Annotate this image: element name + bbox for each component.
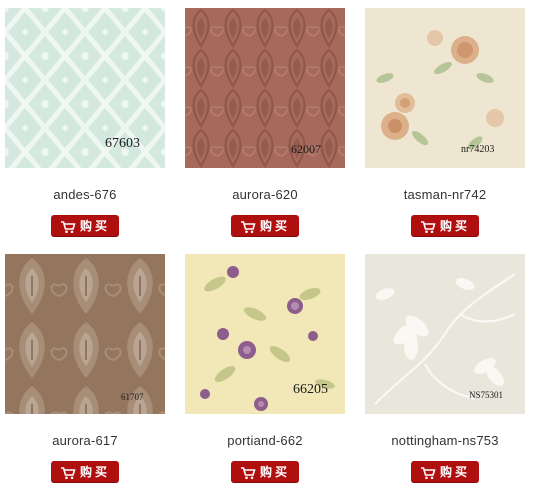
product-name[interactable]: nottingham-ns753 (365, 433, 525, 448)
buy-button[interactable]: 购买 (231, 215, 299, 237)
shopping-cart-icon (420, 465, 436, 480)
buy-label: 购买 (439, 465, 470, 479)
buy-button[interactable]: 购买 (411, 461, 479, 483)
wallpaper-swatch[interactable]: 66205 (185, 254, 345, 414)
shopping-cart-icon (240, 465, 256, 480)
wallpaper-swatch[interactable]: nr74203 (365, 8, 525, 168)
product-card: nr74203 tasman-nr742 购买 (365, 8, 525, 237)
product-code: nr74203 (461, 144, 495, 155)
buy-button[interactable]: 购买 (51, 461, 119, 483)
product-name[interactable]: aurora-620 (185, 187, 345, 202)
wallpaper-swatch[interactable]: 67603 (5, 8, 165, 168)
product-code: 66205 (293, 382, 328, 397)
buy-button[interactable]: 购买 (51, 215, 119, 237)
buy-label: 购买 (259, 465, 290, 479)
wallpaper-swatch[interactable]: 62007 (185, 8, 345, 168)
product-card: 61707 aurora-617 购买 (5, 254, 165, 483)
product-name[interactable]: andes-676 (5, 187, 165, 202)
product-code: 67603 (105, 136, 140, 151)
product-code: 61707 (121, 392, 144, 402)
product-name[interactable]: aurora-617 (5, 433, 165, 448)
buy-label: 购买 (79, 465, 110, 479)
product-card: NS75301 nottingham-ns753 购买 (365, 254, 525, 483)
wallpaper-swatch[interactable]: NS75301 (365, 254, 525, 414)
wallpaper-swatch[interactable]: 61707 (5, 254, 165, 414)
shopping-cart-icon (60, 465, 76, 480)
product-name[interactable]: tasman-nr742 (365, 187, 525, 202)
buy-label: 购买 (259, 219, 290, 233)
product-card: 62007 aurora-620 购买 (185, 8, 345, 237)
shopping-cart-icon (60, 219, 76, 234)
product-code: NS75301 (469, 390, 504, 400)
buy-label: 购买 (79, 219, 110, 233)
buy-button[interactable]: 购买 (411, 215, 479, 237)
product-code: 62007 (291, 142, 321, 156)
shopping-cart-icon (420, 219, 436, 234)
buy-label: 购买 (439, 219, 470, 233)
product-name[interactable]: portiand-662 (185, 433, 345, 448)
product-card: 66205 portiand-662 购买 (185, 254, 345, 483)
shopping-cart-icon (240, 219, 256, 234)
buy-button[interactable]: 购买 (231, 461, 299, 483)
product-card: 67603 andes-676 购买 (5, 8, 165, 237)
